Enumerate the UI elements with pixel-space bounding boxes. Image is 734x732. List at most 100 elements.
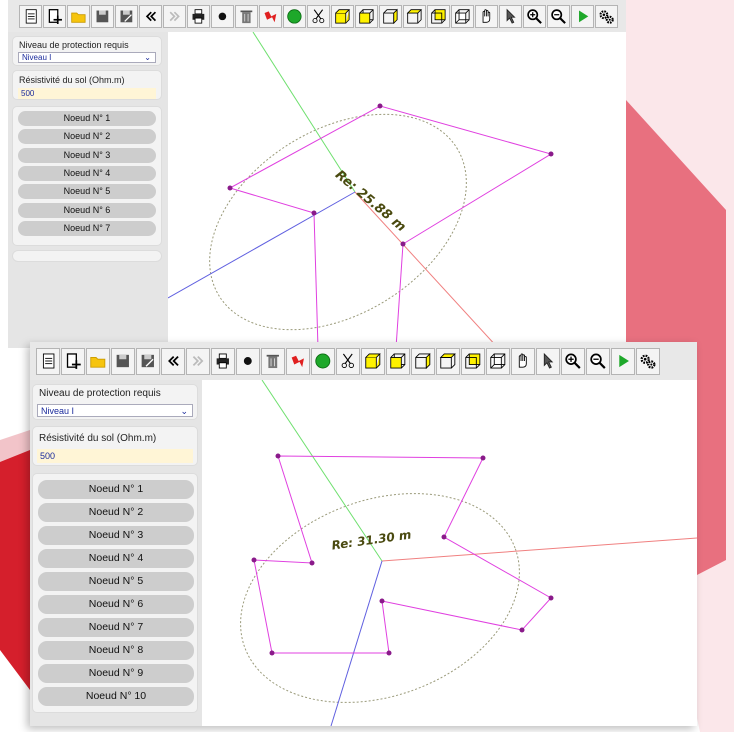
node-list: Noeud N° 1 Noeud N° 2 Noeud N° 3 Noeud N° 4… [12,106,162,246]
undo-button[interactable] [139,4,162,28]
view-iso-button[interactable] [331,4,354,28]
cube-front-icon [359,8,374,24]
point-button[interactable] [211,4,234,28]
lightning-button[interactable] [259,4,282,28]
node-button-2[interactable]: Noeud N° 2 [18,129,156,145]
point-button[interactable] [236,347,260,375]
cut-button[interactable] [336,347,360,375]
printer-icon [216,353,230,369]
zoom-in-button[interactable] [523,4,546,28]
node-button-5[interactable]: Noeud N° 5 [18,184,156,200]
delete-button[interactable] [235,4,258,28]
node-button-6[interactable]: Noeud N° 6 [38,595,194,614]
print-button[interactable] [187,4,210,28]
protection-level-value: Niveau I [41,406,75,416]
add-button[interactable] [43,4,66,28]
cube-iso-icon [365,353,382,369]
view-front-button[interactable] [386,347,410,375]
node-button-5[interactable]: Noeud N° 5 [38,572,194,591]
node-button-1[interactable]: Noeud N° 1 [18,111,156,126]
cut-button[interactable] [307,4,330,28]
resistivity-card: Résistivité du sol (Ohm.m) 500 [32,426,198,466]
app-window-front: Niveau de protection requis Niveau I ⌄ R… [30,342,697,726]
radius-ellipse [240,493,520,703]
view-back-button[interactable] [427,4,450,28]
zoom-out-button[interactable] [586,347,610,375]
node-button-7[interactable]: Noeud N° 7 [38,618,194,637]
view-wire-button[interactable] [486,347,510,375]
protection-level-card: Niveau de protection requis Niveau I ⌄ [12,36,162,66]
document-icon [25,8,37,24]
node-button-3[interactable]: Noeud N° 3 [38,526,194,545]
node-button-10[interactable]: Noeud N° 10 [38,687,194,706]
resistivity-input[interactable]: 500 [37,449,193,463]
run-button[interactable] [311,347,335,375]
protection-level-label: Niveau de protection requis [39,388,161,399]
protection-level-value: Niveau I [22,53,52,62]
play-button[interactable] [571,4,594,28]
view-back-button[interactable] [461,347,485,375]
document-icon [43,353,55,369]
view-front-button[interactable] [355,4,378,28]
zoom-in-button[interactable] [561,347,585,375]
protection-level-select[interactable]: Niveau I ⌄ [18,52,156,63]
double-left-arrow-icon [145,11,157,21]
new-document-button[interactable] [19,4,42,28]
open-button[interactable] [67,4,90,28]
print-button[interactable] [211,347,235,375]
view-side-button[interactable] [411,347,435,375]
node-button-2[interactable]: Noeud N° 2 [38,503,194,522]
node-button-4[interactable]: Noeud N° 4 [18,165,156,181]
z-axis-line [168,191,356,299]
redo-button[interactable] [186,347,210,375]
add-button[interactable] [61,347,85,375]
scissors-icon [312,8,325,23]
view-iso-button[interactable] [361,347,385,375]
view-wire-button[interactable] [451,4,474,28]
lightning-button[interactable] [286,347,310,375]
double-right-arrow-icon [192,355,204,367]
new-document-button[interactable] [36,347,60,375]
node-button-7[interactable]: Noeud N° 7 [18,220,156,236]
cube-side-icon [383,8,398,24]
protection-level-select[interactable]: Niveau I ⌄ [37,404,193,417]
save-button[interactable] [111,347,135,375]
3d-viewport[interactable]: Re: 25.88 m [168,32,626,348]
double-right-arrow-icon [169,11,180,21]
settings-button[interactable] [636,347,660,375]
cursor-arrow-icon [506,8,516,24]
select-button[interactable] [536,347,560,375]
settings-button[interactable] [595,4,618,28]
node-button-1[interactable]: Noeud N° 1 [38,480,194,499]
pan-button[interactable] [511,347,535,375]
trash-icon [266,354,280,369]
view-top-button[interactable] [403,4,426,28]
add-page-icon [67,353,81,369]
undo-button[interactable] [161,347,185,375]
node-button-6[interactable]: Noeud N° 6 [18,202,156,218]
play-icon [619,354,630,368]
node-button-3[interactable]: Noeud N° 3 [18,147,156,163]
radius-ellipse [209,113,467,331]
view-side-button[interactable] [379,4,402,28]
node-button-9[interactable]: Noeud N° 9 [38,664,194,683]
cube-top-icon [439,353,457,369]
select-button[interactable] [499,4,522,28]
save-button[interactable] [91,4,114,28]
zoom-in-icon [565,353,581,369]
delete-button[interactable] [261,347,285,375]
redo-button[interactable] [163,4,186,28]
open-button[interactable] [86,347,110,375]
save-as-button[interactable] [115,4,138,28]
node-button-8[interactable]: Noeud N° 8 [38,641,194,660]
run-button[interactable] [283,4,306,28]
view-top-button[interactable] [436,347,460,375]
resistivity-input[interactable]: 500 [18,88,156,99]
save-as-button[interactable] [136,347,160,375]
side-panel: Niveau de protection requis Niveau I ⌄ R… [30,380,202,726]
node-button-4[interactable]: Noeud N° 4 [38,549,194,568]
zoom-out-button[interactable] [547,4,570,28]
3d-viewport[interactable]: Re: 31.30 m [202,380,697,726]
pan-button[interactable] [475,4,498,28]
play-button[interactable] [611,347,635,375]
